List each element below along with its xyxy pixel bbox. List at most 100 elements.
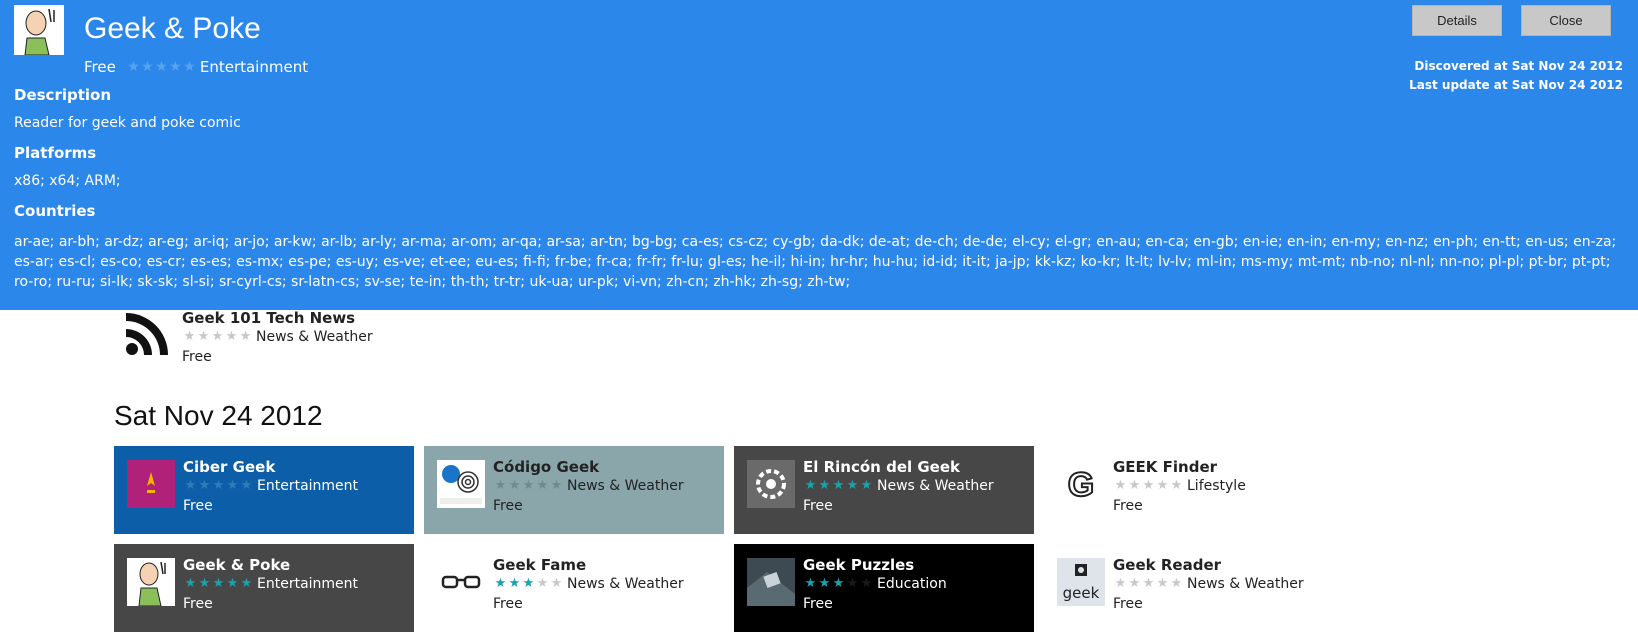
star-icon: ★ <box>184 576 197 591</box>
item-category: News & Weather <box>256 329 373 345</box>
star-icon: ★ <box>846 576 859 591</box>
star-icon: ★ <box>1128 478 1141 493</box>
app-category: Entertainment <box>199 58 309 76</box>
tile[interactable]: geek Geek Reader ★ ★ ★ ★ ★ News & Weather Fre… <box>1044 544 1344 632</box>
rating-stars: ★ ★ ★ ★ ★ <box>803 574 873 594</box>
star-icon: ★ <box>818 576 831 591</box>
countries-heading: Countries <box>14 202 96 220</box>
star-icon: ★ <box>127 59 140 75</box>
cartoon-man-icon <box>14 5 64 55</box>
star-icon: ★ <box>198 576 211 591</box>
gear-icon <box>747 460 795 508</box>
tile-price: Free <box>1113 596 1143 612</box>
tile-name: El Rincón del Geek <box>803 458 960 476</box>
geek-logo-icon: geek <box>1057 558 1105 606</box>
star-icon: ★ <box>183 329 196 344</box>
star-icon: ★ <box>818 478 831 493</box>
svg-text:G: G <box>1068 466 1094 504</box>
tile-price: Free <box>493 498 523 514</box>
star-icon: ★ <box>197 329 210 344</box>
star-icon: ★ <box>212 478 225 493</box>
fingerprint-icon <box>437 460 485 508</box>
star-icon: ★ <box>1156 576 1169 591</box>
app-title: Geek & Poke <box>84 12 261 45</box>
star-badge-icon <box>127 460 175 508</box>
tile[interactable]: Geek & Poke ★ ★ ★ ★ ★ Entertainment Free <box>114 544 414 632</box>
star-icon: ★ <box>240 576 253 591</box>
list-item-geek-101[interactable]: Geek 101 Tech News ★ ★ ★ ★ ★ News & Weather … <box>124 309 424 369</box>
star-icon: ★ <box>155 59 168 75</box>
star-icon: ★ <box>211 329 224 344</box>
rating-stars: ★ ★ ★ ★ ★ <box>1113 476 1183 496</box>
tile-name: Código Geek <box>493 458 600 476</box>
app-price: Free <box>84 58 116 76</box>
star-icon: ★ <box>1170 576 1183 591</box>
item-name: Geek 101 Tech News <box>182 309 356 327</box>
star-icon: ★ <box>225 329 238 344</box>
svg-text:geek: geek <box>1063 584 1100 602</box>
star-icon: ★ <box>1142 478 1155 493</box>
tile[interactable]: Geek Fame ★ ★ ★ ★ ★ News & Weather Free <box>424 544 724 632</box>
star-icon: ★ <box>832 478 845 493</box>
star-icon: ★ <box>1156 478 1169 493</box>
tile-category: News & Weather <box>877 478 994 494</box>
star-icon: ★ <box>169 59 182 75</box>
tile[interactable]: Código Geek ★ ★ ★ ★ ★ News & Weather Free <box>424 446 724 534</box>
tile-name: Geek Fame <box>493 556 587 574</box>
star-icon: ★ <box>494 478 507 493</box>
tile-price: Free <box>803 596 833 612</box>
star-icon: ★ <box>1114 478 1127 493</box>
tile-category: News & Weather <box>1187 576 1304 592</box>
countries-text: ar-ae; ar-bh; ar-dz; ar-eg; ar-iq; ar-jo… <box>14 234 1617 290</box>
tile[interactable]: Geek Puzzles ★ ★ ★ ★ ★ Education Free <box>734 544 1034 632</box>
rating-stars: ★ ★ ★ ★ ★ <box>182 327 252 347</box>
tile-category: News & Weather <box>567 478 684 494</box>
rating-stars: ★ ★ ★ ★ ★ <box>493 574 563 594</box>
star-icon: ★ <box>240 478 253 493</box>
date-heading: Sat Nov 24 2012 <box>114 400 323 431</box>
platforms-heading: Platforms <box>14 144 97 162</box>
star-icon: ★ <box>846 478 859 493</box>
description-text: Reader for geek and poke comic <box>14 115 241 131</box>
star-icon: ★ <box>184 478 197 493</box>
rating-stars: ★ ★ ★ ★ ★ <box>1113 574 1183 594</box>
tile[interactable]: Ciber Geek ★ ★ ★ ★ ★ Entertainment Free <box>114 446 414 534</box>
star-icon: ★ <box>494 576 507 591</box>
details-button[interactable]: Details <box>1412 5 1502 36</box>
star-icon: ★ <box>522 478 535 493</box>
tile-category: Entertainment <box>257 478 359 494</box>
rss-icon <box>126 313 168 355</box>
star-icon: ★ <box>183 59 196 75</box>
puzzle-icon <box>747 558 795 606</box>
item-price: Free <box>182 349 212 365</box>
star-icon: ★ <box>226 576 239 591</box>
last-update-date: Last update at Sat Nov 24 2012 <box>1409 78 1623 92</box>
star-icon: ★ <box>1142 576 1155 591</box>
tile-name: Ciber Geek <box>183 458 276 476</box>
star-icon: ★ <box>508 576 521 591</box>
tile-price: Free <box>493 596 523 612</box>
tile-name: GEEK Finder <box>1113 458 1218 476</box>
star-icon: ★ <box>522 576 535 591</box>
star-icon: ★ <box>198 478 211 493</box>
star-icon: ★ <box>550 478 563 493</box>
close-button[interactable]: Close <box>1521 5 1611 36</box>
tile-price: Free <box>183 498 213 514</box>
g-letter-icon: G <box>1057 460 1105 508</box>
star-icon: ★ <box>832 576 845 591</box>
tile-category: News & Weather <box>567 576 684 592</box>
rating-stars: ★ ★ ★ ★ ★ <box>183 476 253 496</box>
tile-price: Free <box>803 498 833 514</box>
tile-price: Free <box>1113 498 1143 514</box>
star-icon: ★ <box>212 576 225 591</box>
tile[interactable]: G GEEK Finder ★ ★ ★ ★ ★ Lifestyle Free <box>1044 446 1344 534</box>
star-icon: ★ <box>1128 576 1141 591</box>
rating-stars: ★ ★ ★ ★ ★ <box>803 476 873 496</box>
tile[interactable]: El Rincón del Geek ★ ★ ★ ★ ★ News & Weather F… <box>734 446 1034 534</box>
star-icon: ★ <box>860 576 873 591</box>
tile-name: Geek Puzzles <box>803 556 915 574</box>
glasses-icon <box>437 558 485 606</box>
rating-stars: ★ ★ ★ ★ ★ <box>183 574 253 594</box>
date-info: Discovered at Sat Nov 24 2012 Last updat… <box>1409 57 1623 95</box>
star-icon: ★ <box>860 478 873 493</box>
